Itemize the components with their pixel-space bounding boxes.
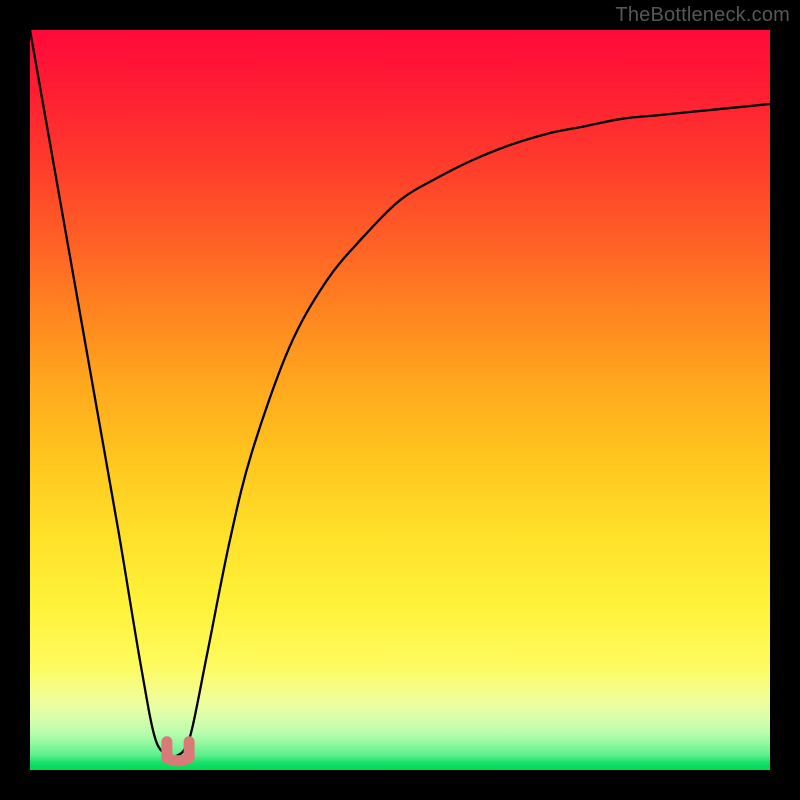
bottleneck-curve: [30, 30, 770, 757]
heatmap-background: [30, 30, 770, 770]
watermark-text: TheBottleneck.com: [615, 4, 790, 27]
minimum-markers: [167, 742, 189, 761]
curve-layer: [30, 30, 770, 770]
minimum-marker-connector: [167, 758, 189, 761]
chart-frame: TheBottleneck.com: [0, 0, 800, 800]
